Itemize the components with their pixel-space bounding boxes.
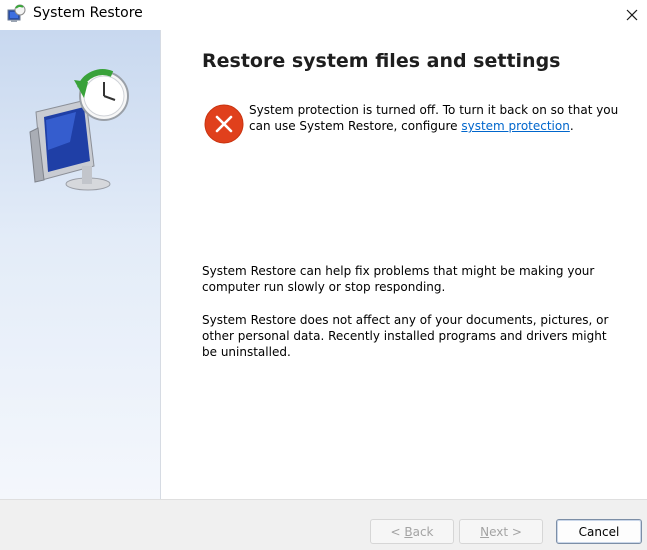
- cancel-button[interactable]: Cancel: [556, 519, 642, 544]
- back-rest: ack: [412, 524, 434, 539]
- wizard-sidebar: [0, 30, 161, 499]
- title-bar: System Restore: [0, 0, 647, 30]
- next-mnemonic: N: [480, 524, 490, 539]
- back-mnemonic: B: [404, 524, 413, 539]
- page-title: Restore system files and settings: [202, 50, 561, 72]
- info-paragraph-1: System Restore can help fix problems tha…: [202, 264, 595, 294]
- button-bar: < Back Next > Cancel: [0, 499, 647, 550]
- info-paragraph-2: System Restore does not affect any of yo…: [202, 313, 609, 359]
- system-restore-illustration-icon: [29, 69, 129, 191]
- back-prefix: <: [390, 524, 405, 539]
- close-button[interactable]: [617, 0, 647, 30]
- wizard-content: Restore system files and settings System…: [162, 30, 647, 499]
- error-icon: [204, 104, 244, 144]
- next-button[interactable]: Next >: [459, 519, 543, 544]
- close-icon: [626, 9, 638, 21]
- system-protection-link[interactable]: system protection: [461, 119, 570, 133]
- window-title: System Restore: [33, 5, 143, 21]
- system-restore-app-icon: [7, 4, 26, 22]
- next-rest: ext >: [489, 524, 522, 539]
- system-protection-message: System protection is turned off. To turn…: [249, 102, 629, 134]
- back-button[interactable]: < Back: [370, 519, 454, 544]
- message-end: .: [569, 119, 574, 133]
